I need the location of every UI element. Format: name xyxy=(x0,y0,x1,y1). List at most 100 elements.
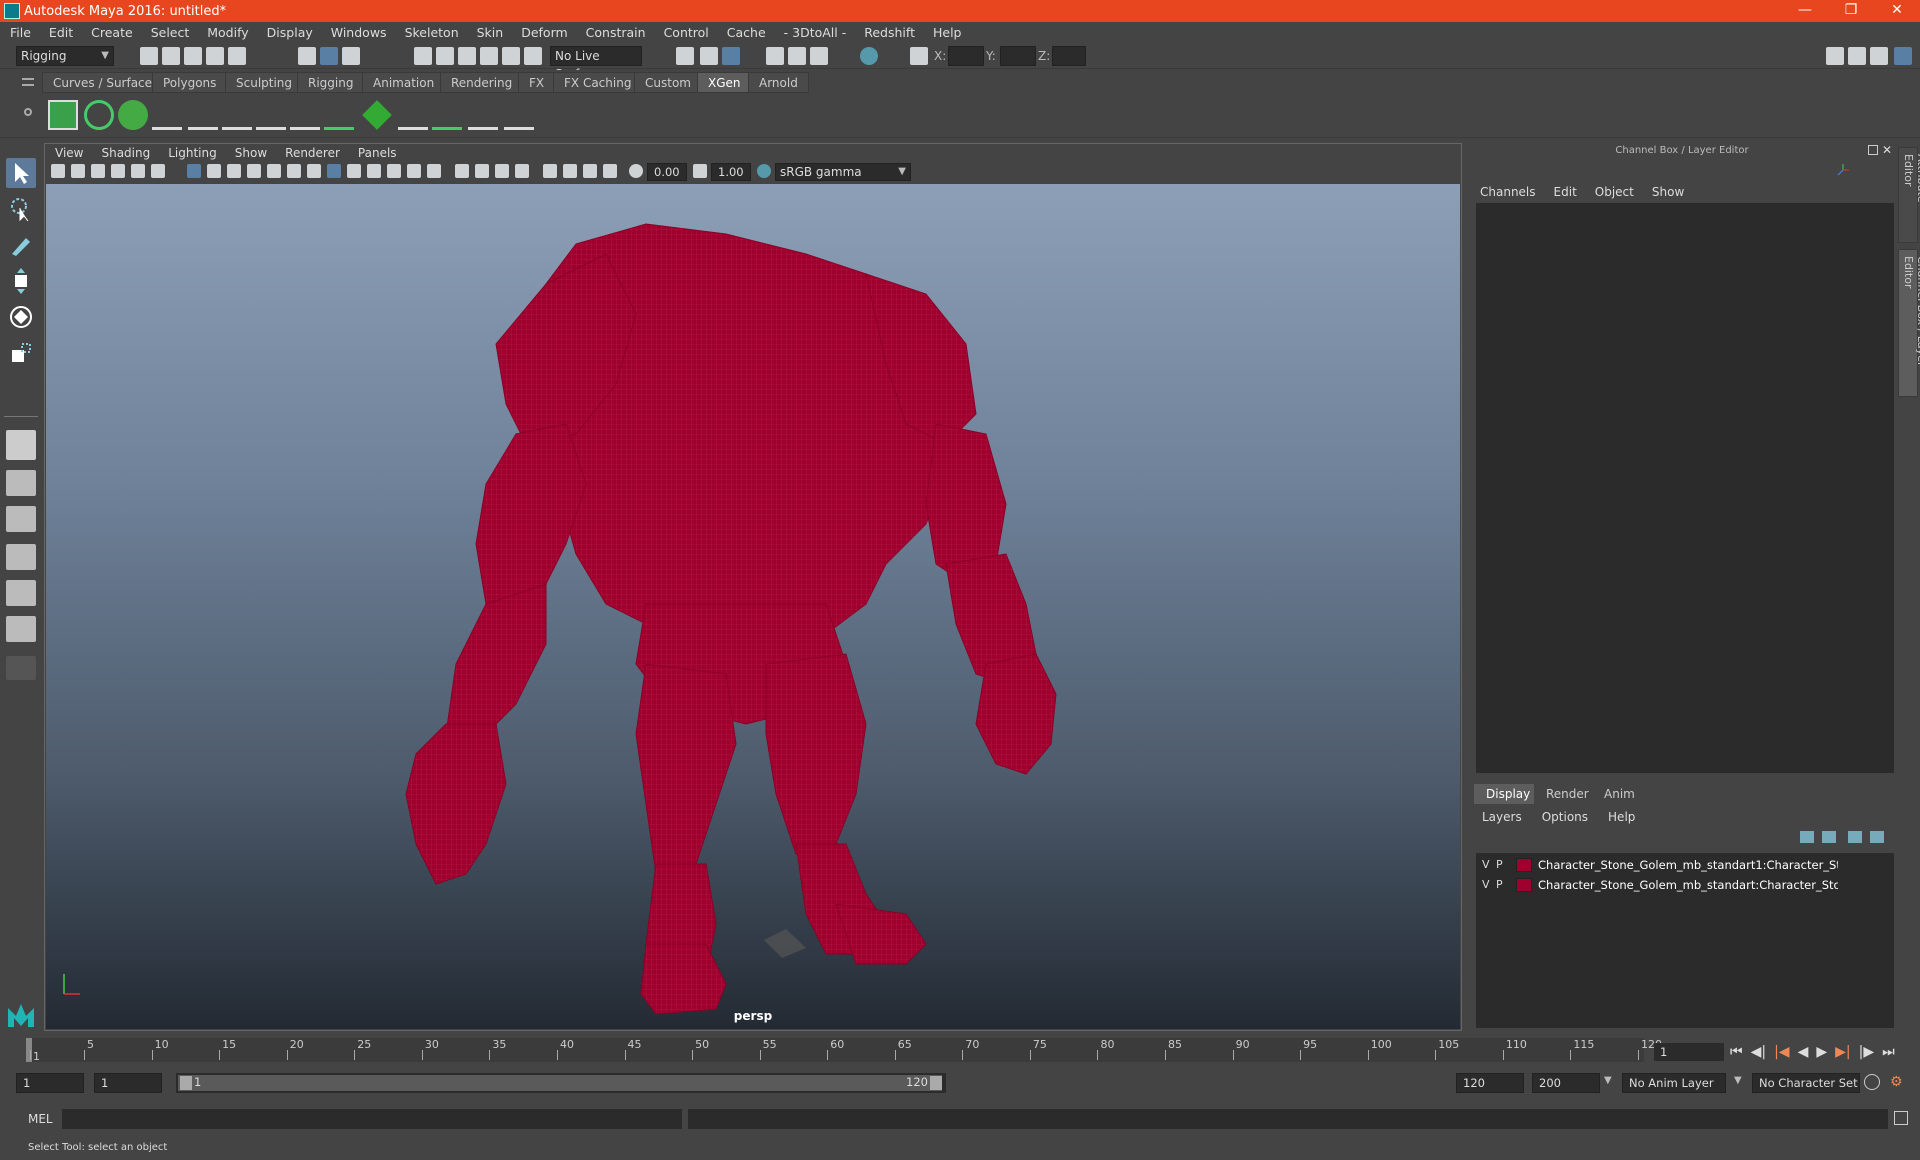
wireframe-on-shaded-icon[interactable] xyxy=(367,164,381,178)
tab-animation[interactable]: Animation xyxy=(362,72,446,93)
undo-icon[interactable] xyxy=(206,47,224,65)
color-space-dropdown[interactable]: sRGB gamma ▼ xyxy=(775,163,911,181)
perspective-viewport[interactable]: persp xyxy=(46,184,1460,1029)
persp-outliner-layout-icon[interactable] xyxy=(6,544,36,570)
tool-settings-icon[interactable] xyxy=(1870,47,1888,65)
step-back-key-icon[interactable]: |◀ xyxy=(1774,1044,1789,1060)
hypershade-icon[interactable] xyxy=(860,47,878,65)
sculpt-guide-icon[interactable] xyxy=(256,100,286,130)
menu-file[interactable]: File xyxy=(0,25,39,40)
step-forward-frame-icon[interactable]: |▶ xyxy=(1859,1044,1874,1060)
tab-fx[interactable]: FX xyxy=(518,72,556,93)
layer-row[interactable]: V P Character_Stone_Golem_mb_standart:Ch… xyxy=(1476,875,1894,895)
xgen-description-icon[interactable] xyxy=(118,100,148,130)
tab-rendering[interactable]: Rendering xyxy=(440,72,524,93)
lasso-tool-icon[interactable] xyxy=(6,194,36,224)
menu-display[interactable]: Display xyxy=(257,25,321,40)
four-pane-layout-icon[interactable] xyxy=(6,470,36,496)
gamma-icon[interactable] xyxy=(693,164,707,178)
open-scene-icon[interactable] xyxy=(162,47,180,65)
shelf-menu-icon[interactable] xyxy=(22,78,34,86)
go-to-end-icon[interactable]: ⏭ xyxy=(1882,1044,1895,1060)
menu-control[interactable]: Control xyxy=(654,25,717,40)
layer-menu-help[interactable]: Help xyxy=(1596,810,1643,824)
add-guide-icon[interactable] xyxy=(188,100,218,130)
hypershade-layout-icon[interactable] xyxy=(6,616,36,642)
animation-end-field[interactable]: 200 xyxy=(1532,1073,1600,1093)
menu-modify[interactable]: Modify xyxy=(197,25,256,40)
animation-preferences-icon[interactable]: ⚙ xyxy=(1890,1074,1906,1090)
2d-pan-zoom-icon[interactable] xyxy=(131,164,145,178)
attribute-editor-icon[interactable] xyxy=(1848,47,1866,65)
select-component-icon[interactable] xyxy=(342,47,360,65)
render-settings-icon[interactable] xyxy=(810,47,828,65)
layer-playback-toggle[interactable]: P xyxy=(1496,875,1506,895)
safe-action-icon[interactable] xyxy=(287,164,301,178)
command-language-label[interactable]: MEL xyxy=(28,1112,53,1126)
construction-history-icon[interactable] xyxy=(700,47,718,65)
resolution-gate-icon[interactable] xyxy=(227,164,241,178)
save-scene-icon[interactable] xyxy=(184,47,202,65)
layout-options-icon[interactable] xyxy=(6,656,36,680)
menu-edit[interactable]: Edit xyxy=(39,25,81,40)
isolate-select-icon[interactable] xyxy=(543,164,557,178)
single-pane-layout-icon[interactable] xyxy=(6,430,36,460)
layer-visibility-toggle[interactable]: V xyxy=(1482,875,1492,895)
safe-title-icon[interactable] xyxy=(307,164,321,178)
wireframe-icon[interactable] xyxy=(327,164,341,178)
play-backwards-icon[interactable]: ◀ xyxy=(1798,1044,1809,1060)
lights-icon[interactable] xyxy=(407,164,421,178)
transform-mode-icon[interactable] xyxy=(910,47,928,65)
guide-length-icon[interactable] xyxy=(324,100,354,130)
menu-windows[interactable]: Windows xyxy=(321,25,395,40)
anim-layer-field[interactable]: No Anim Layer xyxy=(1622,1073,1726,1093)
minimize-icon[interactable]: — xyxy=(1782,0,1828,22)
select-tool-icon[interactable] xyxy=(6,158,36,188)
viewport-menu-view[interactable]: View xyxy=(45,146,91,160)
layer-color-swatch[interactable] xyxy=(1516,858,1532,872)
play-forwards-icon[interactable]: ▶ xyxy=(1816,1044,1827,1060)
snap-grid-icon[interactable] xyxy=(414,47,432,65)
depth-of-field-icon[interactable] xyxy=(515,164,529,178)
render-view-icon[interactable] xyxy=(722,47,740,65)
shadows-icon[interactable] xyxy=(427,164,441,178)
go-to-start-icon[interactable]: ⏮ xyxy=(1730,1044,1743,1060)
z-field[interactable] xyxy=(1052,46,1086,66)
live-surface-field[interactable]: No Live Surface xyxy=(550,46,642,81)
exposure-icon[interactable] xyxy=(629,164,643,178)
menu-cache[interactable]: Cache xyxy=(717,25,774,40)
float-panel-icon[interactable] xyxy=(1868,145,1878,155)
move-tool-icon[interactable] xyxy=(6,266,36,296)
persp-graph-layout-icon[interactable] xyxy=(6,580,36,606)
x-field[interactable] xyxy=(948,46,984,66)
menu-select[interactable]: Select xyxy=(141,25,198,40)
xgen-patch-icon[interactable] xyxy=(362,100,392,130)
tab-xgen[interactable]: XGen xyxy=(697,72,752,93)
menu-create[interactable]: Create xyxy=(81,25,141,40)
tab-polygons[interactable]: Polygons xyxy=(152,72,228,93)
layer-row[interactable]: V P Character_Stone_Golem_mb_standart1:C… xyxy=(1476,855,1894,875)
menu-3dtoall[interactable]: - 3DtoAll - xyxy=(774,25,855,40)
gamma-field[interactable]: 1.00 xyxy=(711,163,751,181)
y-field[interactable] xyxy=(1000,46,1036,66)
image-plane-icon[interactable] xyxy=(111,164,125,178)
redo-icon[interactable] xyxy=(228,47,246,65)
paint-select-tool-icon[interactable] xyxy=(6,230,36,260)
tab-custom[interactable]: Custom xyxy=(634,72,702,93)
groom-icon[interactable] xyxy=(432,100,462,130)
time-slider[interactable]: 1 5 10 15 20 25 30 35 40 45 50 55 60 65 70 75 80 85 90 95 10… xyxy=(0,1034,1920,1064)
field-chart-icon[interactable] xyxy=(267,164,281,178)
select-hierarchy-icon[interactable] xyxy=(298,47,316,65)
menuset-dropdown[interactable]: Rigging ▼ xyxy=(16,46,114,66)
menu-redshift[interactable]: Redshift xyxy=(854,25,923,40)
color-management-icon[interactable] xyxy=(757,164,771,178)
new-scene-icon[interactable] xyxy=(140,47,158,65)
tab-display[interactable]: Display xyxy=(1474,784,1543,804)
channel-box-area[interactable] xyxy=(1476,203,1894,773)
snap-view-icon[interactable] xyxy=(480,47,498,65)
grease-pencil-icon[interactable] xyxy=(151,164,165,178)
camera-select-icon[interactable] xyxy=(51,164,65,178)
script-editor-icon[interactable] xyxy=(1894,1111,1908,1125)
tab-arnold[interactable]: Arnold xyxy=(748,72,809,93)
viewport-menu-renderer[interactable]: Renderer xyxy=(275,146,348,160)
